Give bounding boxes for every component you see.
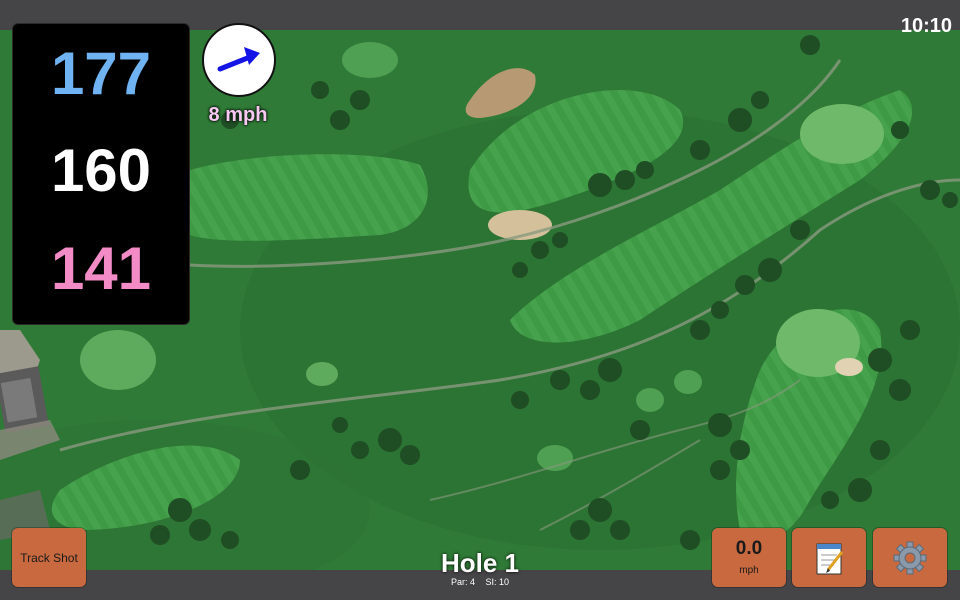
clock: 10:10 — [900, 15, 952, 37]
hole-info: Par: 4 SI: 10 — [380, 577, 580, 587]
wind-speed: 8 mph — [208, 104, 268, 126]
front-distance: 177 — [50, 40, 152, 107]
track-shot-label: Track Shot — [20, 550, 78, 565]
par-label: Par: 4 — [450, 577, 475, 587]
back-distance: 141 — [50, 235, 152, 302]
speed-value: 0.0 — [735, 538, 763, 559]
settings-button[interactable] — [873, 528, 947, 587]
speed-unit: mph — [739, 565, 759, 576]
notepad-icon — [816, 543, 844, 575]
gear-icon — [893, 541, 927, 575]
wind-indicator — [202, 23, 276, 97]
distance-panel: 177 160 141 — [12, 23, 190, 325]
track-shot-button[interactable]: Track Shot — [12, 528, 86, 587]
stroke-index-label: SI: 10 — [485, 577, 510, 587]
wind-direction-arrow-icon — [217, 47, 260, 72]
speed-button[interactable]: 0.0 mph — [712, 528, 786, 587]
notes-button[interactable] — [792, 528, 866, 587]
middle-distance: 160 — [50, 137, 152, 204]
hole-title: Hole 1 — [440, 548, 520, 578]
